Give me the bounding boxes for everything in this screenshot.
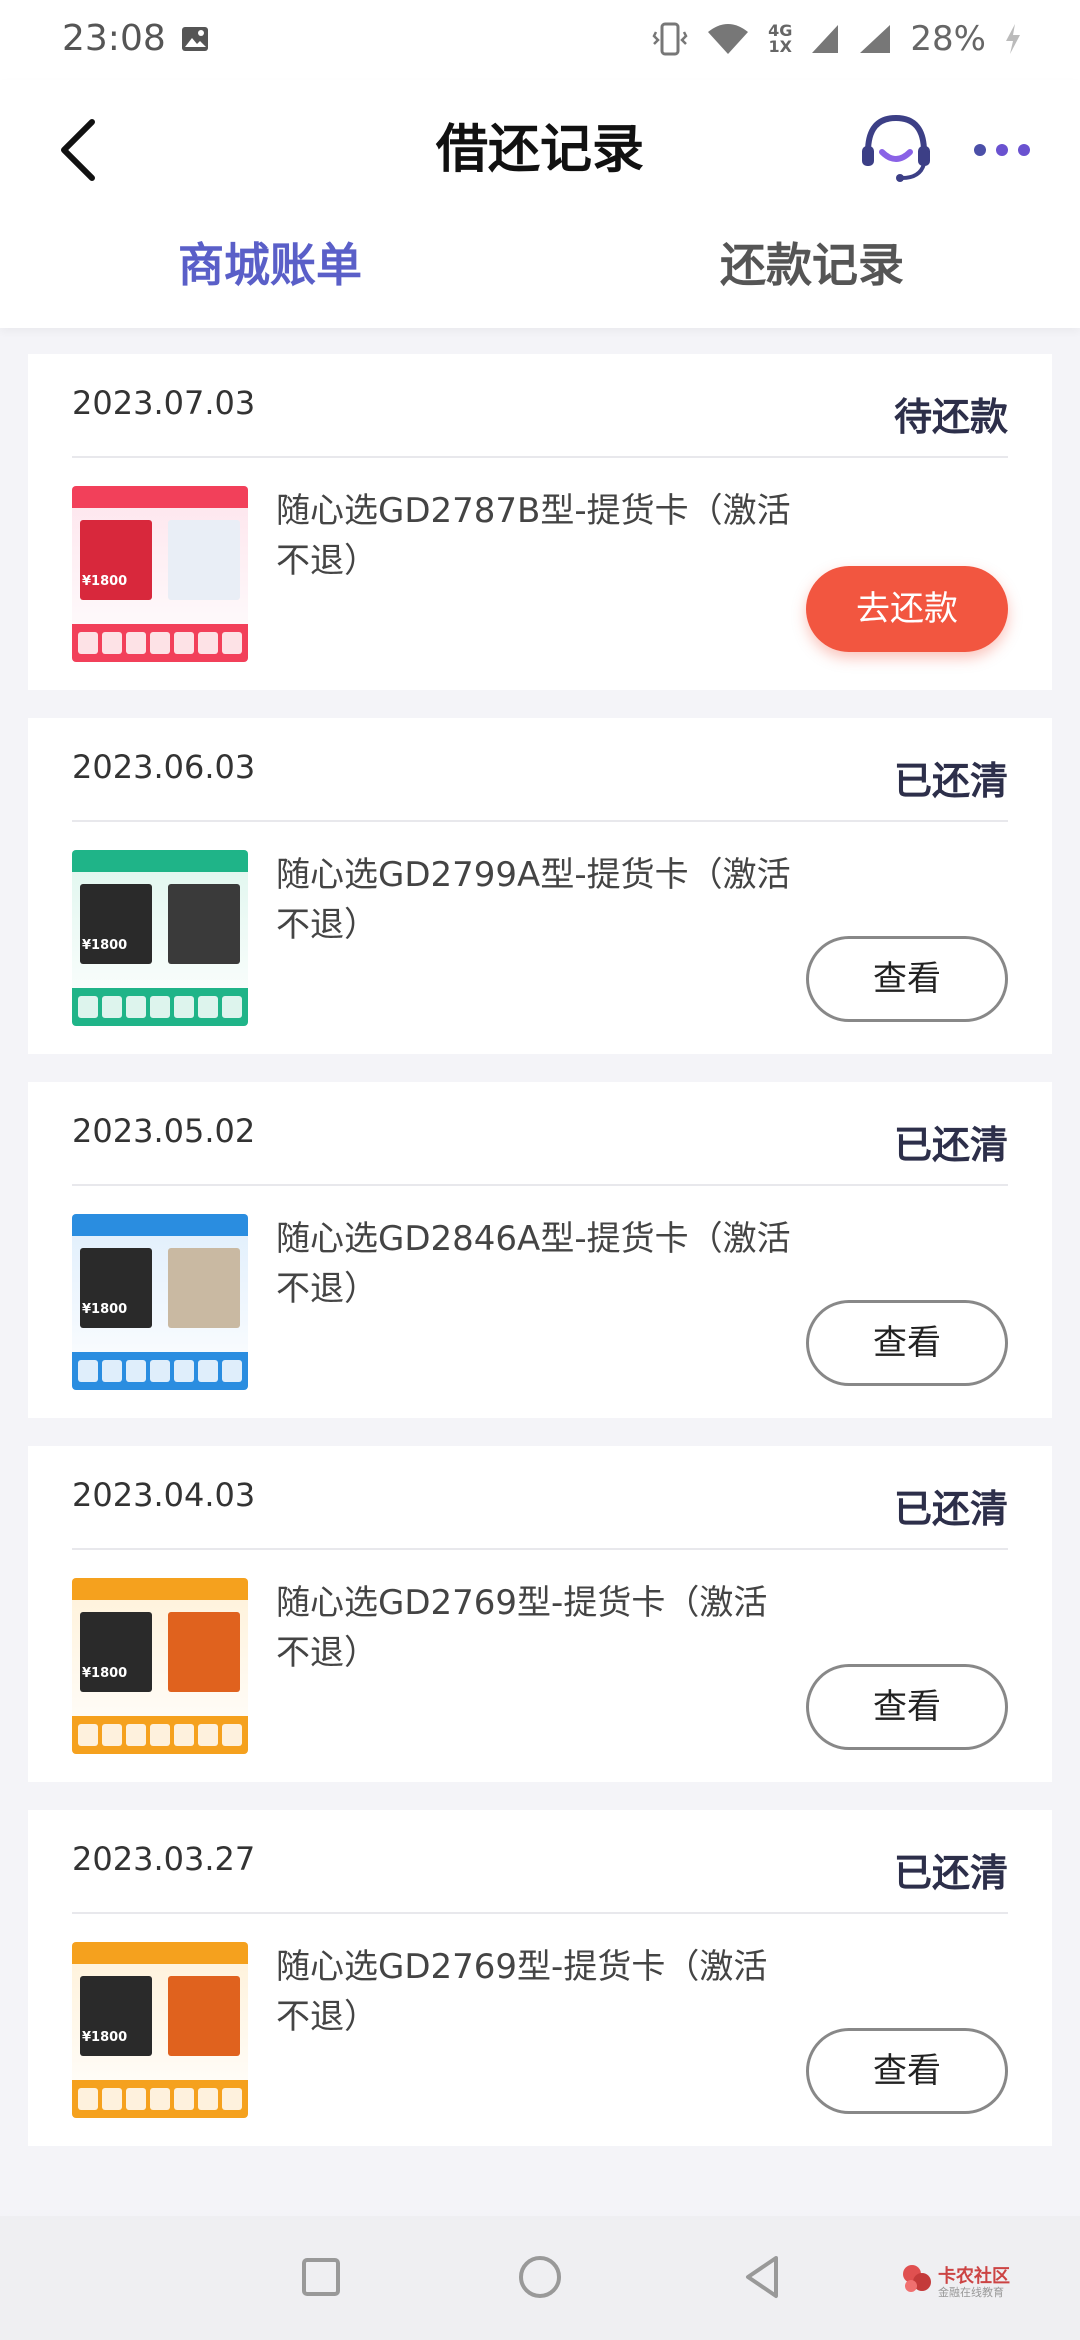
record-status: 已还清 (893, 1851, 1008, 1895)
record-card: 2023.07.03 待还款 ¥1800 随心选GD2787B型-提货卡（激活不… (28, 354, 1052, 690)
thumbnail-banner (72, 1214, 248, 1236)
repay-button[interactable]: 去还款 (806, 566, 1008, 652)
product-name[interactable]: 随心选GD2769型-提货卡（激活不退） (276, 1578, 796, 1678)
view-button[interactable]: 查看 (806, 936, 1008, 1022)
thumbnail-price: ¥1800 (82, 1302, 128, 1317)
recent-apps-button[interactable] (302, 2258, 340, 2296)
product-thumbnail[interactable]: ¥1800 (72, 1214, 248, 1390)
charging-icon (1006, 24, 1020, 54)
record-status: 已还清 (893, 759, 1008, 803)
record-card: 2023.05.02 已还清 ¥1800 随心选GD2846A型-提货卡（激活不… (28, 1082, 1052, 1418)
record-date: 2023.05.02 (72, 1112, 256, 1150)
thumbnail-banner (72, 1942, 248, 1964)
thumbnail-product-image (168, 1612, 240, 1692)
record-date: 2023.03.27 (72, 1840, 256, 1878)
thumbnail-brand-row (78, 1724, 242, 1746)
watermark-subtitle: 金融在线教育 (938, 2286, 1004, 2299)
signal-icon-1 (812, 25, 839, 53)
product-name[interactable]: 随心选GD2769型-提货卡（激活不退） (276, 1942, 796, 2042)
record-card: 2023.04.03 已还清 ¥1800 随心选GD2769型-提货卡（激活不退… (28, 1446, 1052, 1782)
product-thumbnail[interactable]: ¥1800 (72, 1578, 248, 1754)
vibrate-icon (652, 22, 688, 56)
record-status: 已还清 (893, 1123, 1008, 1167)
divider (72, 1184, 1008, 1186)
divider (72, 456, 1008, 458)
image-notification-icon (182, 27, 208, 51)
record-card: 2023.06.03 已还清 ¥1800 随心选GD2799A型-提货卡（激活不… (28, 718, 1052, 1054)
divider (72, 820, 1008, 822)
thumbnail-price: ¥1800 (82, 938, 128, 953)
thumbnail-price: ¥1800 (82, 2030, 128, 2045)
page-header: 借还记录 商城账单 还款记录 (0, 80, 1080, 384)
nav-back-icon[interactable] (742, 2254, 782, 2300)
thumbnail-price: ¥1800 (82, 574, 128, 589)
view-button[interactable]: 查看 (806, 2028, 1008, 2114)
record-card: 2023.03.27 已还清 ¥1800 随心选GD2769型-提货卡（激活不退… (28, 1810, 1052, 2146)
record-date: 2023.06.03 (72, 748, 256, 786)
product-name[interactable]: 随心选GD2799A型-提货卡（激活不退） (276, 850, 796, 950)
product-thumbnail[interactable]: ¥1800 (72, 1942, 248, 2118)
thumbnail-product-image (168, 520, 240, 600)
tab-bar: 商城账单 还款记录 (0, 230, 1080, 384)
thumbnail-product-image (168, 1976, 240, 2056)
thumbnail-brand-row (78, 1360, 242, 1382)
record-date: 2023.04.03 (72, 1476, 256, 1514)
tab-repayment-records[interactable]: 还款记录 (720, 230, 904, 300)
battery-level: 28% (910, 19, 986, 59)
thumbnail-brand-row (78, 632, 242, 654)
product-thumbnail[interactable]: ¥1800 (72, 486, 248, 662)
product-thumbnail[interactable]: ¥1800 (72, 850, 248, 1026)
more-options-icon[interactable] (970, 110, 1034, 190)
thumbnail-brand-row (78, 2088, 242, 2110)
network-type: 4G 1X (768, 21, 793, 56)
watermark: 卡农社区 金融在线教育 (900, 2262, 1060, 2302)
thumbnail-product-image (168, 884, 240, 964)
divider (72, 1548, 1008, 1550)
thumbnail-banner (72, 850, 248, 872)
record-date: 2023.07.03 (72, 384, 256, 422)
thumbnail-price: ¥1800 (82, 1666, 128, 1681)
divider (72, 1912, 1008, 1914)
view-button[interactable]: 查看 (806, 1664, 1008, 1750)
customer-service-icon[interactable] (858, 108, 934, 188)
status-bar: 23:08 4G 1X 28% (0, 0, 1080, 80)
thumbnail-banner (72, 486, 248, 508)
watermark-logo-icon (903, 2265, 931, 2292)
record-status: 待还款 (893, 395, 1008, 439)
thumbnail-product-image (168, 1248, 240, 1328)
tab-mall-bills[interactable]: 商城账单 (178, 230, 362, 300)
home-button[interactable] (519, 2256, 561, 2298)
signal-icon-2 (860, 25, 891, 53)
product-name[interactable]: 随心选GD2787B型-提货卡（激活不退） (276, 486, 796, 586)
thumbnail-brand-row (78, 996, 242, 1018)
wifi-icon (708, 24, 749, 54)
thumbnail-banner (72, 1578, 248, 1600)
status-time: 23:08 (62, 18, 166, 59)
status-icons: 4G 1X 28% (652, 14, 1022, 64)
view-button[interactable]: 查看 (806, 1300, 1008, 1386)
system-nav-bar: 卡农社区 金融在线教育 (0, 2216, 1080, 2340)
product-name[interactable]: 随心选GD2846A型-提货卡（激活不退） (276, 1214, 796, 1314)
record-status: 已还清 (893, 1487, 1008, 1531)
